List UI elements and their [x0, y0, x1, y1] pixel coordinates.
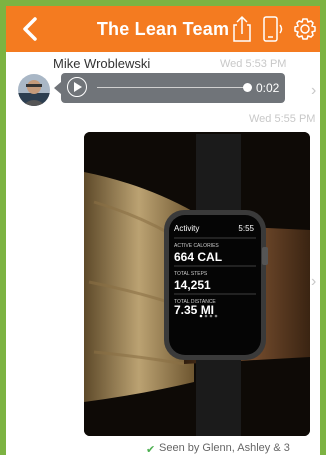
- gear-icon[interactable]: [293, 15, 317, 43]
- app-header: The Lean Team: [6, 6, 320, 52]
- device-icon[interactable]: [261, 15, 285, 43]
- audio-scrubber-knob[interactable]: [243, 83, 252, 92]
- play-button[interactable]: [67, 77, 87, 97]
- steps-label: TOTAL STEPS: [174, 271, 208, 277]
- audio-message: 0:02: [61, 73, 285, 103]
- watch-time: 5:55: [238, 224, 254, 233]
- chevron-right-icon[interactable]: ›: [311, 273, 316, 291]
- share-icon[interactable]: [232, 15, 252, 43]
- check-icon: ✔: [146, 444, 156, 455]
- app-frame: The Lean Team Mike Wroblewski Wed 5:53 P…: [6, 6, 320, 455]
- message-timestamp: Wed 5:53 PM: [220, 58, 287, 70]
- seen-receipt: Seen by Glenn, Ashley & 3 others: [159, 442, 290, 455]
- avatar[interactable]: [18, 74, 50, 106]
- message-timestamp: Wed 5:55 PM: [249, 113, 316, 125]
- bubble-tail: [54, 82, 61, 94]
- audio-duration: 0:02: [256, 81, 280, 95]
- calories-label: ACTIVE CALORIES: [174, 243, 219, 249]
- sender-name: Mike Wroblewski: [53, 56, 151, 71]
- audio-progress-track[interactable]: [97, 87, 249, 88]
- photo-message[interactable]: Activity 5:55 ACTIVE CALORIES 664 CAL TO…: [84, 132, 310, 436]
- distance-value: 7.35 MI: [174, 303, 214, 317]
- steps-value: 14,251: [174, 278, 211, 292]
- calories-value: 664 CAL: [174, 250, 222, 264]
- chevron-right-icon[interactable]: ›: [311, 82, 316, 100]
- watch-app-name: Activity: [174, 224, 199, 233]
